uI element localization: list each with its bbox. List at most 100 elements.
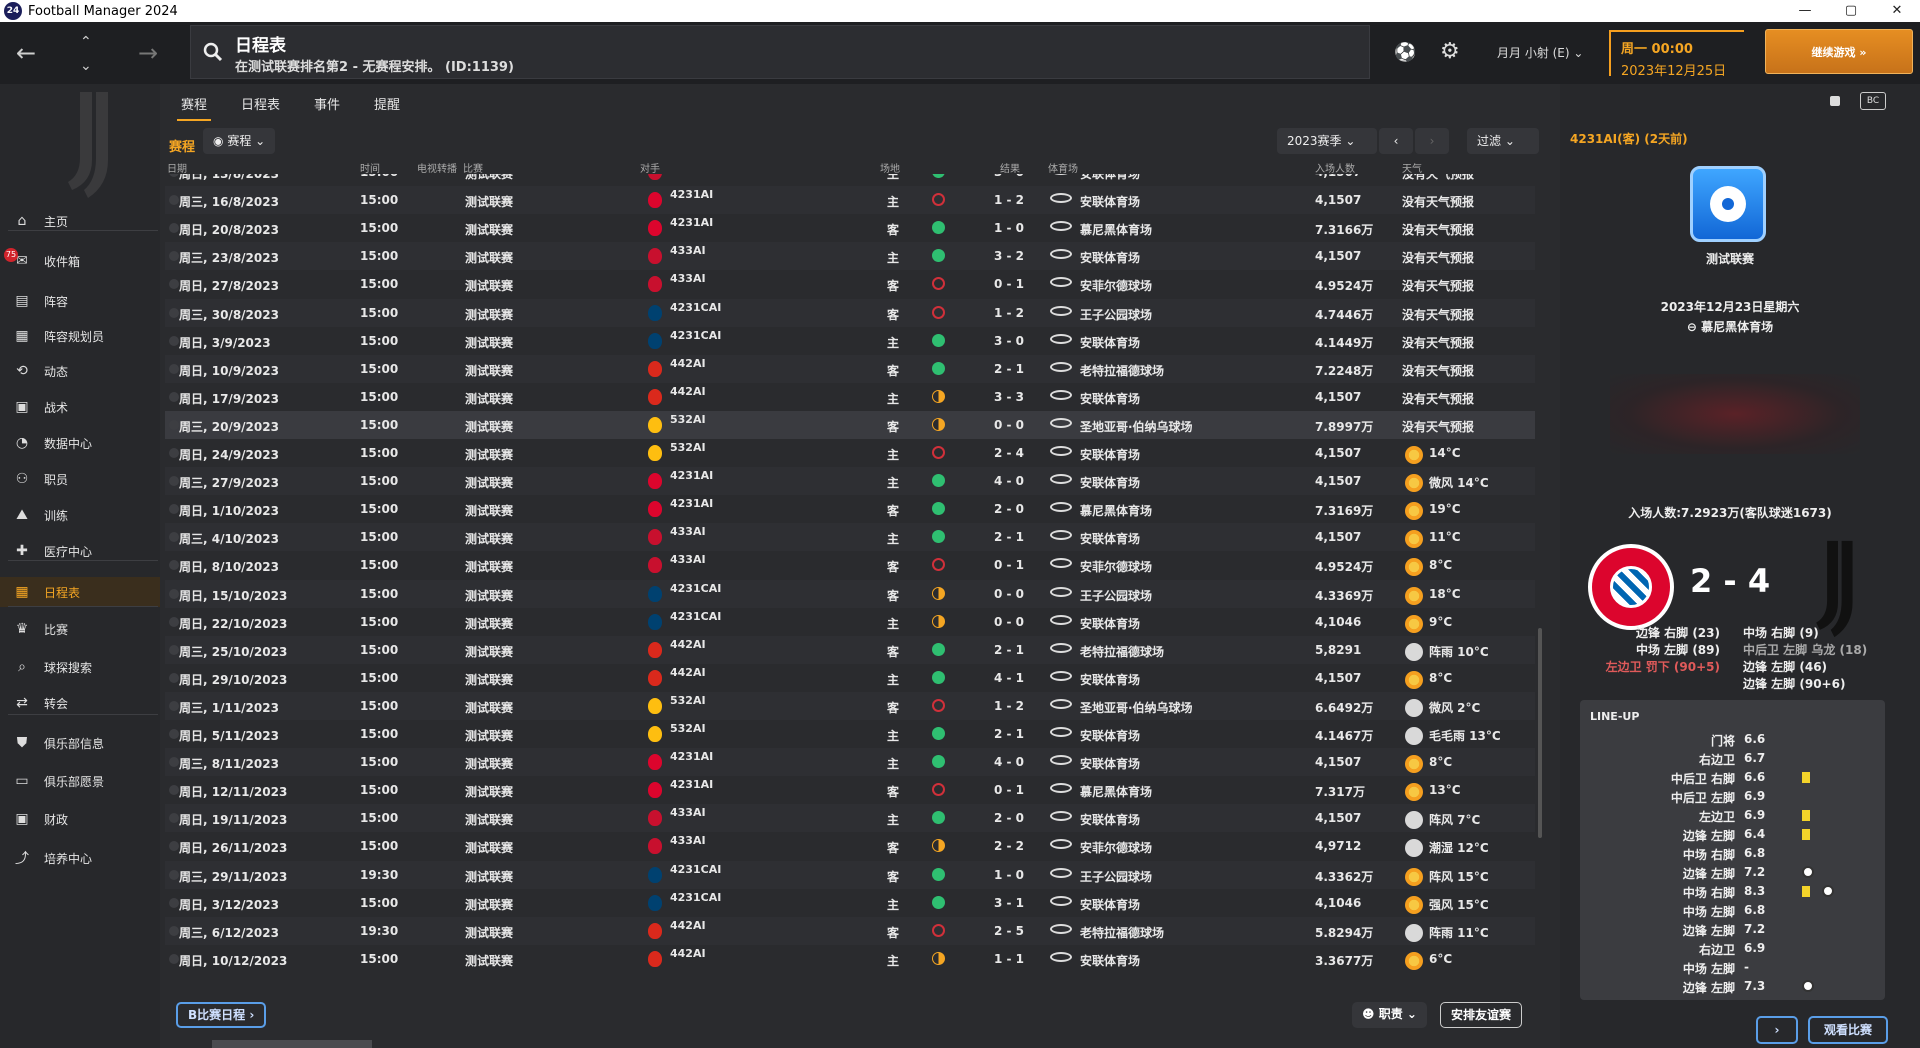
sidebar-item-calendar[interactable]: ▦ 日程表 (0, 577, 160, 607)
fixture-opponent[interactable]: 442AI (670, 357, 706, 370)
col-result[interactable]: 结果 (1000, 160, 1020, 175)
table-row[interactable]: 周日, 26/11/2023 15:00 测试联赛 433AI 客 2 - 2 安菲尔德球场… (165, 832, 1535, 860)
minimize-button[interactable]: — (1782, 0, 1828, 22)
fixture-opponent[interactable]: 442AI (670, 947, 706, 960)
prev-season-button[interactable]: ‹ (1379, 128, 1413, 154)
tab-fixtures[interactable]: 赛程 (177, 90, 212, 121)
chevron-up-icon[interactable]: ⌃ (80, 30, 92, 54)
chevron-down-icon[interactable]: ⌄ (80, 54, 92, 78)
table-row[interactable]: 周三, 20/9/2023 15:00 测试联赛 532AI 客 0 - 0 圣地亚哥·伯纳… (165, 410, 1535, 439)
lineup-row[interactable]: 边锋 左脚 7.2 (1580, 920, 1885, 939)
table-row[interactable]: 周日, 1/10/2023 15:00 测试联赛 4231AI 客 2 - 0 慕尼黑体育场… (165, 495, 1535, 523)
fixture-opponent[interactable]: 4231CAI (670, 891, 721, 904)
fixture-opponent[interactable]: 4231AI (670, 497, 713, 510)
table-row[interactable]: 周三, 1/11/2023 15:00 测试联赛 532AI 客 1 - 2 圣地亚哥·伯纳… (165, 691, 1535, 720)
table-row[interactable]: 周三, 25/10/2023 15:00 测试联赛 442AI 客 2 - 1 老特拉福德球… (165, 635, 1535, 664)
tab-events[interactable]: 事件 (310, 90, 344, 121)
fixture-opponent[interactable]: 442AI (670, 385, 706, 398)
lineup-row[interactable]: 边锋 左脚 6.4 (1580, 825, 1885, 844)
back-arrow-icon[interactable]: ← (16, 41, 36, 65)
arrange-friendly-button[interactable]: 安排友谊赛 (1440, 1002, 1523, 1028)
lineup-row[interactable]: 右边卫 6.7 (1580, 749, 1885, 768)
maximize-button[interactable]: ▢ (1828, 0, 1874, 22)
table-row[interactable]: 周三, 4/10/2023 15:00 测试联赛 433AI 主 2 - 1 安联体育场 4,… (165, 523, 1535, 552)
table-row[interactable]: 周日, 22/10/2023 15:00 测试联赛 4231CAI 主 0 - 0 安联体育… (165, 608, 1535, 636)
fixture-opponent[interactable]: 433AI (670, 525, 706, 538)
col-venue[interactable]: 场地 (880, 160, 900, 175)
forward-arrow-icon[interactable]: → (138, 41, 158, 65)
search-box[interactable]: 日程表 在测试联赛排名第2 - 无赛程安排。 (ID:1139) (190, 25, 1370, 79)
filter-dropdown[interactable]: 过滤 ⌄ (1467, 128, 1539, 154)
fixture-opponent[interactable]: 4231CAI (670, 863, 721, 876)
fixture-opponent[interactable]: 4231AI (670, 778, 713, 791)
table-row[interactable]: 周日, 3/12/2023 15:00 测试联赛 4231CAI 主 3 - 1 安联体育场… (165, 889, 1535, 917)
table-row[interactable]: 周日, 10/12/2023 15:00 测试联赛 442AI 主 1 - 1 安联体育场 3… (165, 945, 1535, 973)
sidebar-item-staff[interactable]: ⚇ 职员 (0, 464, 160, 494)
table-row[interactable]: 周日, 20/8/2023 15:00 测试联赛 4231AI 客 1 - 0 慕尼黑体育场… (165, 214, 1535, 242)
lineup-row[interactable]: 左边卫 6.9 (1580, 806, 1885, 825)
continue-button[interactable]: 继续游戏 » (1765, 29, 1913, 74)
staff-dropdown[interactable]: ☻ 职责 ⌄ (1352, 1002, 1427, 1028)
football-icon[interactable]: ⚽ (1394, 42, 1416, 63)
lineup-row[interactable]: 边锋 左脚 7.3 (1580, 977, 1885, 996)
sidebar-item-data[interactable]: ◔ 数据中心 (0, 428, 160, 458)
sidebar-item-scout[interactable]: ⌕ 球探搜索 (0, 652, 160, 682)
table-row[interactable]: 周日, 5/11/2023 15:00 测试联赛 532AI 主 2 - 1 安联体育场 4.… (165, 720, 1535, 748)
lineup-row[interactable]: 中后卫 左脚 6.9 (1580, 787, 1885, 806)
fixture-opponent[interactable]: 433AI (670, 834, 706, 847)
col-stadium[interactable]: 体育场 (1048, 160, 1078, 175)
table-row[interactable]: 周日, 8/10/2023 15:00 测试联赛 433AI 客 0 - 1 安菲尔德球场 4… (165, 551, 1535, 579)
fixture-opponent[interactable]: 532AI (670, 441, 706, 454)
sidebar-item-inbox[interactable]: ✉ 收件箱 75 (0, 246, 160, 276)
table-row[interactable]: 周三, 8/11/2023 15:00 测试联赛 4231AI 主 4 - 0 安联体育场 4… (165, 748, 1535, 777)
table-row[interactable]: 周日, 3/9/2023 15:00 测试联赛 4231CAI 主 3 - 0 安联体育场 4… (165, 327, 1535, 355)
sidebar-item-vision[interactable]: ▭ 俱乐部愿景 (0, 766, 160, 796)
sidebar-item-dynamics[interactable]: ⟲ 动态 (0, 356, 160, 386)
sidebar-item-home[interactable]: ⌂ 主页 (0, 206, 160, 236)
fixture-opponent[interactable]: 4231CAI (670, 301, 721, 314)
table-row[interactable]: 周三, 16/8/2023 15:00 测试联赛 4231AI 主 1 - 2 安联体育场 4… (165, 186, 1535, 215)
lineup-row[interactable]: 右边卫 6.9 (1580, 939, 1885, 958)
fixture-opponent[interactable]: 442AI (670, 666, 706, 679)
fixture-opponent[interactable]: 4231CAI (670, 610, 721, 623)
sidebar-item-training[interactable]: ⛰ 训练 (0, 500, 160, 530)
lock-icon[interactable] (1830, 96, 1840, 106)
sidebar-item-shirt[interactable]: ▤ 阵容 (0, 286, 160, 316)
view-dropdown[interactable]: ◉ 赛程 ⌄ (203, 128, 276, 154)
lineup-row[interactable]: 中场 左脚 6.8 (1580, 901, 1885, 920)
season-dropdown[interactable]: 2023赛季 ⌄ (1277, 128, 1377, 154)
fixture-opponent[interactable]: 4231CAI (670, 329, 721, 342)
match-summary-title[interactable]: 4231AI(客) (2天前) (1570, 130, 1688, 147)
table-row[interactable]: 周三, 27/9/2023 15:00 测试联赛 4231AI 主 4 - 0 安联体育场 4… (165, 467, 1535, 496)
col-weather[interactable]: 天气 (1402, 160, 1422, 175)
table-row[interactable]: 周日, 15/10/2023 15:00 测试联赛 4231CAI 客 0 - 0 王子公园… (165, 579, 1535, 608)
fixture-opponent[interactable]: 4231AI (670, 216, 713, 229)
table-row[interactable]: 周日, 27/8/2023 15:00 测试联赛 433AI 客 0 - 1 安菲尔德球场 4… (165, 270, 1535, 298)
tab-calendar[interactable]: 日程表 (237, 90, 284, 121)
next-season-button[interactable]: › (1415, 128, 1449, 154)
fixture-opponent[interactable]: 433AI (670, 806, 706, 819)
lineup-row[interactable]: 中后卫 右脚 6.6 (1580, 768, 1885, 787)
col-time[interactable]: 时间 (360, 160, 380, 175)
table-row[interactable]: 周三, 23/8/2023 15:00 测试联赛 433AI 主 3 - 2 安联体育场 4,… (165, 242, 1535, 271)
fixture-opponent[interactable]: 433AI (670, 244, 706, 257)
table-row[interactable]: 周日, 19/11/2023 15:00 测试联赛 433AI 主 2 - 0 安联体育场 4… (165, 804, 1535, 833)
sidebar-item-trophy[interactable]: ♛ 比赛 (0, 614, 160, 644)
sidebar-item-medical[interactable]: ✚ 医疗中心 (0, 536, 160, 566)
table-row[interactable]: 周三, 30/8/2023 15:00 测试联赛 4231CAI 客 1 - 2 王子公园球… (165, 298, 1535, 327)
manager-menu[interactable]: 月月 小射 (E) ⌄ (1497, 44, 1583, 61)
bc-icon[interactable]: BC (1860, 92, 1886, 110)
table-row[interactable]: 周日, 17/9/2023 15:00 测试联赛 442AI 主 3 - 3 安联体育场 4,… (165, 383, 1535, 411)
lineup-row[interactable]: 边锋 左脚 7.2 (1580, 863, 1885, 882)
table-row[interactable]: 周日, 13/8/202315:00测试联赛433AI主3 - 0安联体育场4,… (165, 174, 1535, 186)
col-tv[interactable]: 电视转播 (417, 160, 457, 175)
fixture-opponent[interactable]: 4231AI (670, 469, 713, 482)
fixture-opponent[interactable]: 4231AI (670, 750, 713, 763)
fixture-opponent[interactable]: 532AI (670, 413, 706, 426)
sidebar-item-tactics[interactable]: ▣ 战术 (0, 392, 160, 422)
lineup-row[interactable]: 中场 右脚 6.8 (1580, 844, 1885, 863)
lineup-row[interactable]: 中场 右脚 8.3 (1580, 882, 1885, 901)
table-row[interactable]: 周日, 29/10/2023 15:00 测试联赛 442AI 主 4 - 1 安联体育场 4… (165, 664, 1535, 692)
table-row[interactable]: 周日, 12/11/2023 15:00 测试联赛 4231AI 客 0 - 1 慕尼黑体育… (165, 776, 1535, 804)
sidebar-item-development[interactable]: ⤴ 培养中心 (0, 843, 160, 873)
